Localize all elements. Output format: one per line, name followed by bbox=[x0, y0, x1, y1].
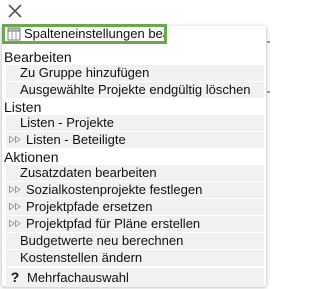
menu-item-label: Sozialkostenprojekte festlegen bbox=[26, 182, 203, 197]
menu-item-projektpfad-plaene[interactable]: Projektpfad für Pläne erstellen bbox=[6, 216, 264, 232]
section-title-listen: Listen bbox=[4, 99, 42, 115]
menu-item-sozialkostenprojekte[interactable]: Sozialkostenprojekte festlegen bbox=[6, 182, 264, 198]
submenu-arrow-icon bbox=[9, 182, 21, 198]
close-icon[interactable] bbox=[6, 2, 24, 20]
menu-item-label: Projektpfade ersetzen bbox=[26, 199, 153, 214]
menu-item-kostenstellen-aendern[interactable]: Kostenstellen ändern bbox=[6, 250, 264, 266]
menu-item-label: Budgetwerte neu berechnen bbox=[20, 233, 184, 248]
menu-item-zu-gruppe-hinzufuegen[interactable]: Zu Gruppe hinzufügen bbox=[6, 65, 264, 81]
background-edge bbox=[266, 28, 270, 98]
menu-item-label: Ausgewählte Projekte endgültig löschen bbox=[20, 82, 251, 97]
menu-item-label: Listen - Projekte bbox=[20, 115, 114, 130]
menu-item-label: Mehrfachauswahl bbox=[27, 270, 129, 285]
menu-item-projekte-loeschen[interactable]: Ausgewählte Projekte endgültig löschen bbox=[6, 82, 264, 98]
context-menu-screen: Spalteneinstellungen bearbeiten Bearbeit… bbox=[0, 0, 270, 289]
menu-item-spalteneinstellungen[interactable]: Spalteneinstellungen bearbeiten bbox=[2, 24, 167, 44]
help-icon: ? bbox=[10, 269, 20, 285]
menu-item-label: Spalteneinstellungen bearbeiten bbox=[24, 26, 164, 41]
submenu-arrow-icon bbox=[9, 199, 21, 215]
menu-item-budgetwerte-berechnen[interactable]: Budgetwerte neu berechnen bbox=[6, 233, 264, 249]
submenu-arrow-icon bbox=[9, 216, 21, 232]
section-title-aktionen: Aktionen bbox=[4, 149, 59, 165]
submenu-arrow-icon bbox=[9, 132, 21, 148]
menu-item-label: Projektpfad für Pläne erstellen bbox=[26, 216, 201, 231]
table-columns-icon bbox=[7, 27, 21, 41]
menu-item-listen-projekte[interactable]: Listen - Projekte bbox=[6, 115, 264, 131]
menu-item-label: Listen - Beteiligte bbox=[26, 132, 126, 147]
menu-item-projektpfade-ersetzen[interactable]: Projektpfade ersetzen bbox=[6, 199, 264, 215]
menu-item-label: Zusatzdaten bearbeiten bbox=[20, 165, 157, 180]
menu-item-label: Zu Gruppe hinzufügen bbox=[20, 65, 150, 80]
menu-item-label: Kostenstellen ändern bbox=[20, 250, 143, 265]
section-title-bearbeiten: Bearbeiten bbox=[4, 49, 72, 65]
menu-item-zusatzdaten-bearbeiten[interactable]: Zusatzdaten bearbeiten bbox=[6, 165, 264, 181]
menu-item-listen-beteiligte[interactable]: Listen - Beteiligte bbox=[6, 132, 264, 148]
menu-item-mehrfachauswahl[interactable]: ? Mehrfachauswahl bbox=[6, 268, 264, 287]
